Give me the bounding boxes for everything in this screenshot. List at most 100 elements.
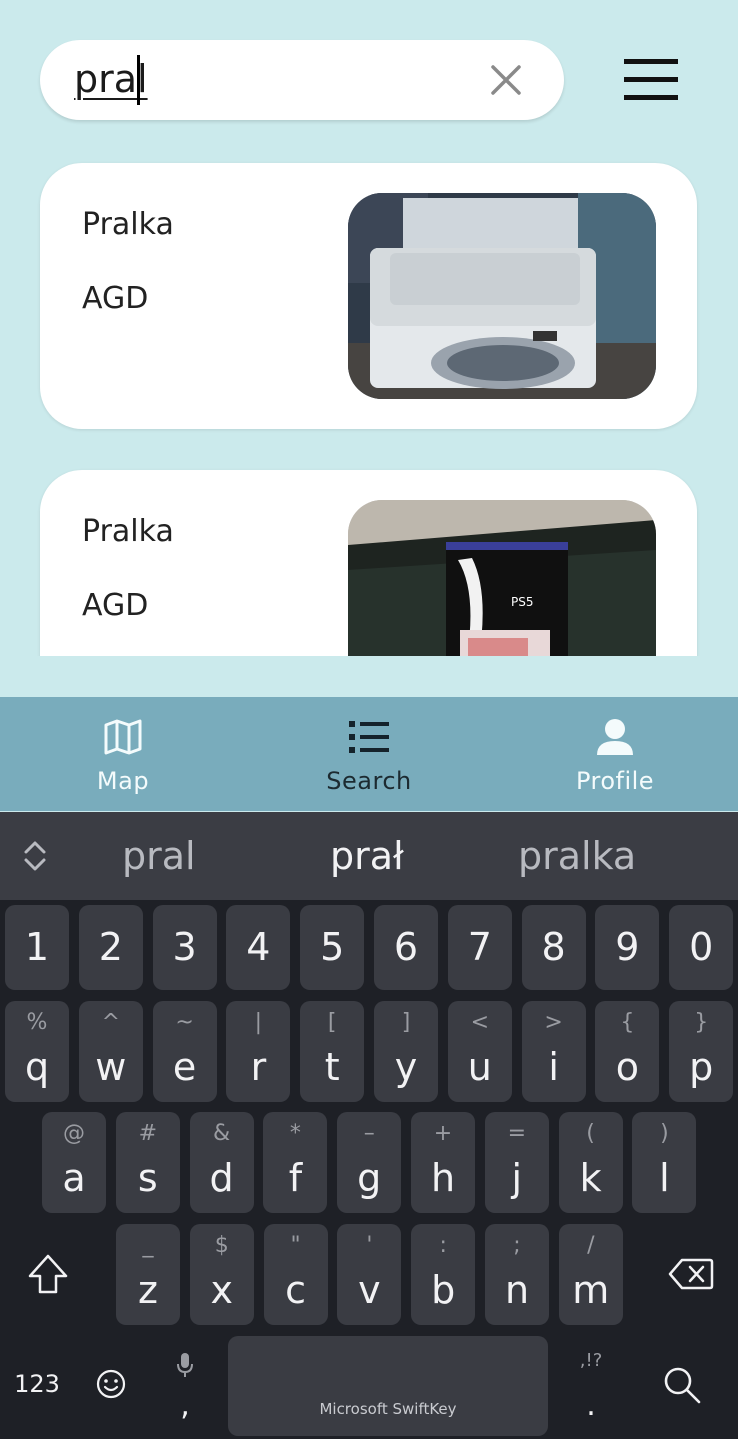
key-label: z [138,1268,158,1312]
result-category: AGD [82,281,149,316]
key-7[interactable]: 7 [447,905,512,990]
key-8[interactable]: 8 [521,905,586,990]
key-i[interactable]: > i [521,1001,586,1102]
key-hint: ( [586,1121,595,1146]
key-label: 2 [98,925,123,969]
key-k[interactable]: (k [558,1112,623,1213]
key-0[interactable]: 0 [669,905,734,990]
key-a[interactable]: @ a [42,1112,106,1213]
close-icon[interactable] [488,62,524,98]
key-x[interactable]: $ x [189,1224,254,1325]
results-list: Pralka AGD Pralka AGD PS5 [0,140,738,656]
key-o[interactable]: {o [595,1001,660,1102]
key-p[interactable]: } p [669,1001,734,1102]
text-caret [137,55,140,105]
key-hint: + [433,1121,453,1146]
key-label: , [180,1388,190,1423]
hamburger-menu-icon[interactable] [622,55,680,105]
nav-item-map[interactable]: Map [0,697,246,811]
key-h[interactable]: + h [411,1112,475,1213]
space-key[interactable]: Microsoft SwiftKey [228,1336,548,1436]
key-m[interactable]: / m [558,1224,623,1325]
key-label: 1 [24,925,50,969]
key-9[interactable]: 9 [595,905,660,990]
key-hint: ' [366,1233,373,1258]
key-hint: ^ [101,1010,121,1035]
key-3[interactable]: 3 [152,905,217,990]
key-v[interactable]: ' v [337,1224,402,1325]
result-card[interactable]: Pralka AGD [40,163,697,429]
key-4[interactable]: 4 [226,905,291,990]
key-q[interactable]: % q [5,1001,69,1102]
key-w[interactable]: ^ w [78,1001,143,1102]
search-input[interactable]: pral [40,40,564,120]
key-label: j [511,1156,523,1200]
key-1[interactable]: 1 [5,905,69,990]
key-e[interactable]: ~ e [152,1001,217,1102]
key-hint: ] [401,1010,411,1035]
key-6[interactable]: 6 [374,905,438,990]
suggestion-item[interactable]: pralka [518,834,636,878]
person-icon [597,719,633,755]
key-g[interactable]: – g [337,1112,402,1213]
bottom-navigation: Map Search Profile [0,697,738,811]
key-5[interactable]: 5 [300,905,365,990]
nav-label-search: Search [326,767,412,795]
key-label: q [24,1045,50,1089]
period-key[interactable]: ,!?. [570,1348,612,1428]
key-hint: / [587,1233,595,1258]
key-label: l [659,1156,670,1200]
key-y[interactable]: ] y [374,1001,438,1102]
key-b[interactable]: :b [411,1224,476,1325]
suggestion-bar: pral prał pralka [0,812,738,900]
result-title: Pralka [82,207,174,242]
key-hint: > [544,1010,563,1035]
nav-item-profile[interactable]: Profile [492,697,738,811]
space-brand-label: Microsoft SwiftKey [319,1400,457,1418]
key-label: a [62,1156,86,1200]
key-label: b [431,1268,456,1312]
suggestion-item[interactable]: prał [330,834,404,878]
comma-key[interactable]: , [164,1348,206,1428]
result-card[interactable]: Pralka AGD PS5 [40,470,697,656]
key-hint: " [290,1233,301,1258]
symbols-key[interactable]: 123 [6,1370,68,1398]
key-label: u [467,1045,492,1089]
expand-toolbar-icon[interactable] [20,840,50,872]
key-label: 6 [393,925,419,969]
emoji-key[interactable] [94,1368,128,1402]
result-title: Pralka [82,514,174,549]
key-n[interactable]: ; n [485,1224,549,1325]
key-hint: – [363,1121,375,1146]
key-c[interactable]: " c [263,1224,328,1325]
search-submit-key[interactable] [660,1365,704,1409]
key-hint: $ [214,1233,229,1258]
key-label: t [324,1045,340,1089]
washing-machine-photo [348,193,656,399]
key-f[interactable]: * f [263,1112,328,1213]
key-label: i [548,1045,559,1089]
key-l[interactable]: ) l [632,1112,697,1213]
key-label: o [615,1045,640,1089]
key-hint: | [254,1010,263,1035]
nav-label-profile: Profile [575,767,655,795]
key-hint: % [26,1010,48,1035]
svg-text:PS5: PS5 [511,595,534,609]
backspace-key[interactable] [666,1258,716,1292]
key-label: 3 [172,925,197,969]
shift-key[interactable] [20,1252,76,1302]
key-z[interactable]: _ z [116,1224,180,1325]
key-label: v [358,1268,381,1312]
key-d[interactable]: & d [189,1112,254,1213]
key-r[interactable]: | r [226,1001,291,1102]
key-label: k [579,1156,602,1200]
key-s[interactable]: # s [115,1112,180,1213]
key-label: 4 [246,925,271,969]
key-2[interactable]: 2 [78,905,143,990]
key-j[interactable]: = j [484,1112,549,1213]
nav-item-search[interactable]: Search [246,697,492,811]
key-hint: ~ [175,1010,194,1035]
key-u[interactable]: < u [447,1001,512,1102]
suggestion-item[interactable]: pral [122,834,196,878]
key-t[interactable]: [t [300,1001,365,1102]
